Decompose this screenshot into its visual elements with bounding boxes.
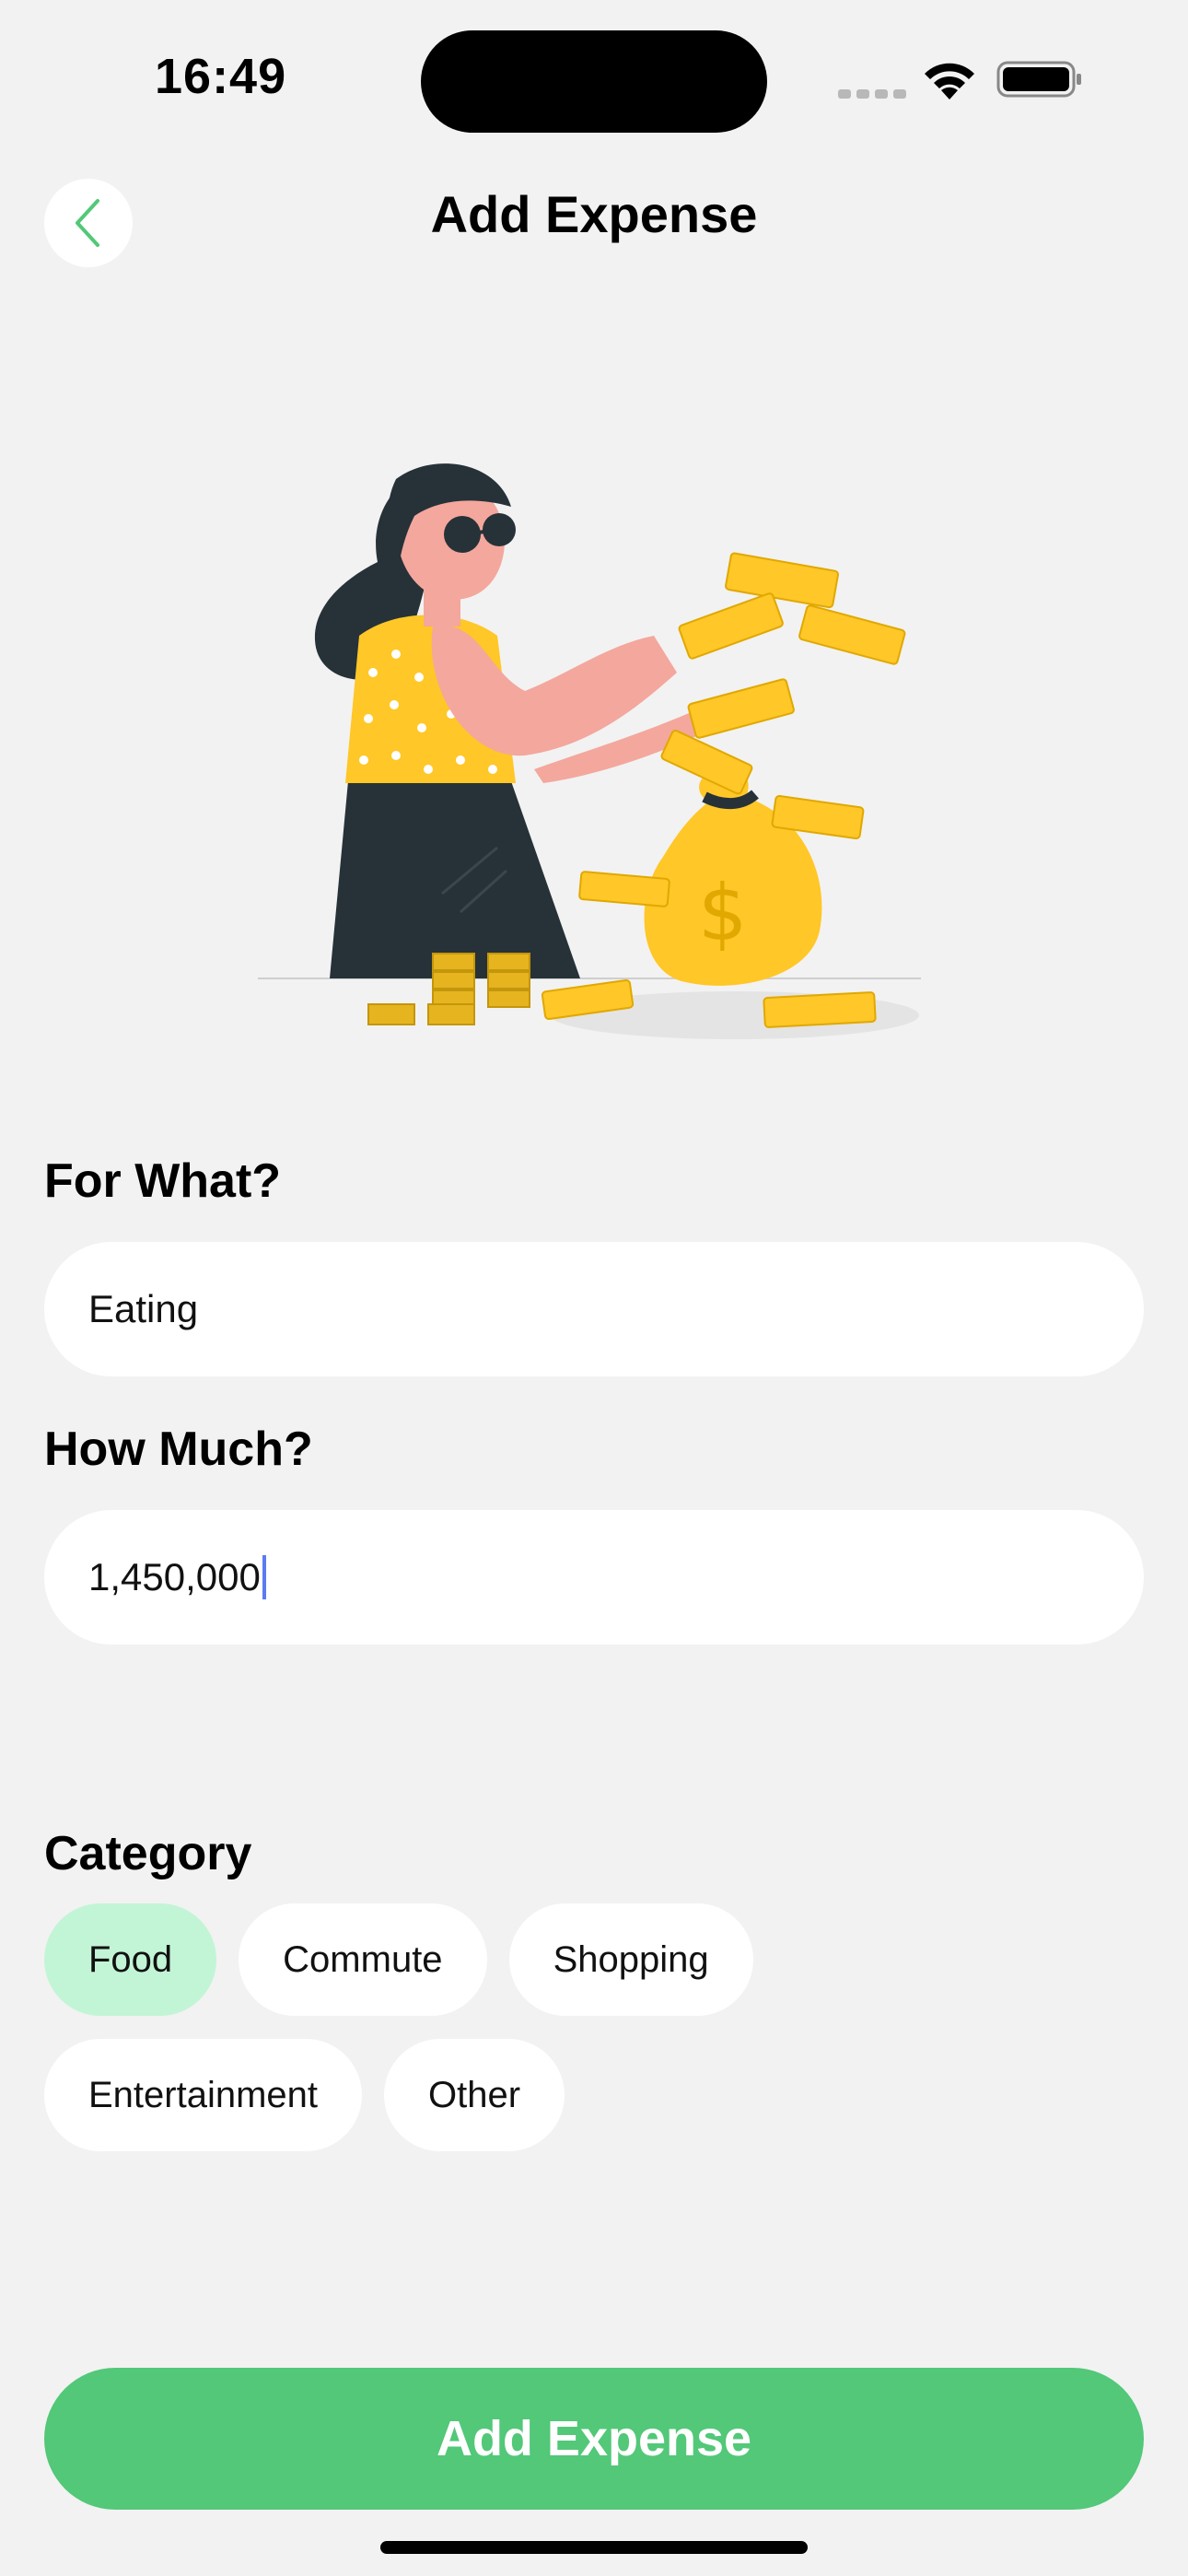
category-chip-other[interactable]: Other (384, 2039, 565, 2151)
for-what-value: Eating (88, 1287, 199, 1330)
status-time: 16:49 (155, 49, 287, 104)
home-indicator (380, 2541, 808, 2554)
category-chip-commute[interactable]: Commute (239, 1903, 487, 2016)
add-expense-button[interactable]: Add Expense (44, 2368, 1144, 2510)
how-much-input[interactable]: 1,450,000 (44, 1510, 1144, 1645)
text-caret (262, 1555, 266, 1599)
how-much-label: How Much? (44, 1423, 313, 1476)
svg-text:$: $ (698, 868, 747, 958)
page-title: Add Expense (430, 185, 758, 243)
battery-icon (996, 61, 1081, 98)
category-label: Category (44, 1827, 252, 1880)
for-what-input[interactable]: Eating (44, 1242, 1144, 1376)
category-row-2: Entertainment Other (44, 2039, 565, 2151)
dynamic-island (421, 30, 767, 133)
cellular-signal-icon (838, 87, 912, 103)
category-chip-food[interactable]: Food (44, 1903, 217, 2016)
money-illustration: $ (258, 463, 921, 1039)
category-row-1: Food Commute Shopping (44, 1903, 753, 2016)
category-chip-shopping[interactable]: Shopping (508, 1903, 753, 2016)
how-much-value: 1,450,000 (88, 1555, 261, 1598)
category-chip-entertainment[interactable]: Entertainment (44, 2039, 363, 2151)
wifi-icon (925, 63, 974, 100)
for-what-label: For What? (44, 1154, 282, 1208)
status-icons (838, 55, 1087, 103)
